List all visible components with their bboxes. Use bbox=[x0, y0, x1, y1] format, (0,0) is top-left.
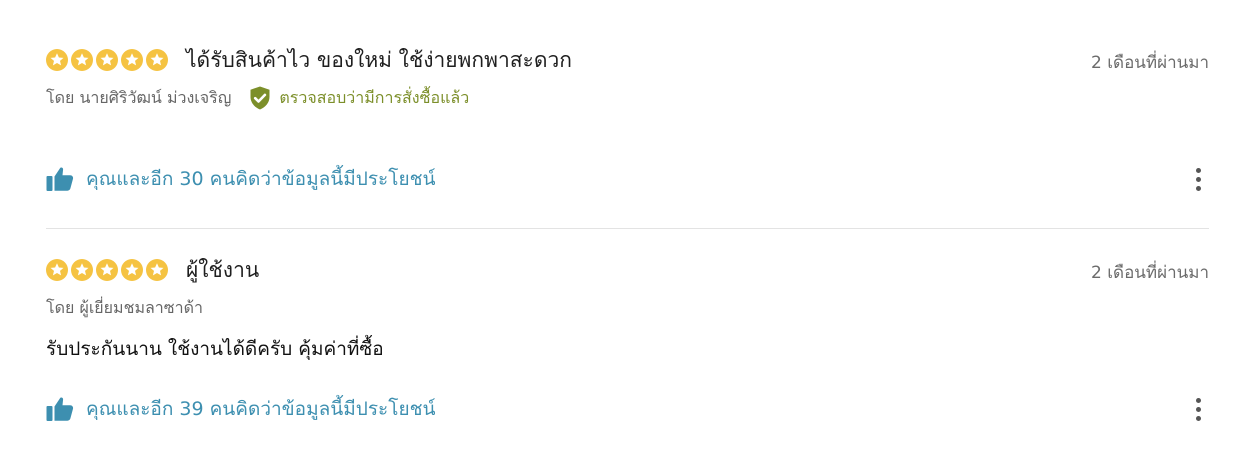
more-options-button[interactable] bbox=[1187, 394, 1209, 424]
review-body: รับประกันนาน ใช้งานได้ดีครับ คุ้มค่าที่ซ… bbox=[46, 338, 384, 360]
more-vertical-icon bbox=[1195, 167, 1201, 173]
star-icon bbox=[146, 259, 168, 281]
helpful-row: คุณและอีก 30 คนคิดว่าข้อมูลนี้มีประโยชน์ bbox=[46, 164, 1209, 194]
more-options-button[interactable] bbox=[1187, 164, 1209, 194]
thumbs-up-icon[interactable] bbox=[46, 166, 74, 192]
star-icon bbox=[46, 259, 68, 281]
star-icon bbox=[121, 259, 143, 281]
star-icon bbox=[96, 259, 118, 281]
more-vertical-icon bbox=[1195, 397, 1201, 403]
star-rating bbox=[46, 259, 168, 281]
star-icon bbox=[71, 259, 93, 281]
review-header: ผู้ใช้งาน 2 เดือนที่ผ่านมา bbox=[46, 254, 1209, 286]
verified-purchase-label: ตรวจสอบว่ามีการสั่งซื้อแล้ว bbox=[279, 87, 470, 107]
review-meta: โดย นายศิริวัฒน์ ม่วงเจริญ ตรวจสอบว่ามีก… bbox=[46, 86, 1209, 110]
more-vertical-icon bbox=[1195, 176, 1201, 182]
review-author: โดย นายศิริวัฒน์ ม่วงเจริญ bbox=[46, 87, 232, 107]
review-title: ผู้ใช้งาน bbox=[186, 257, 260, 282]
review-meta: โดย ผู้เยี่ยมชมลาซาด้า bbox=[46, 296, 1209, 320]
verified-purchase-badge: ตรวจสอบว่ามีการสั่งซื้อแล้ว bbox=[247, 85, 469, 111]
review-header: ได้รับสินค้าไว ของใหม่ ใช้ง่ายพกพาสะดวก … bbox=[46, 44, 1209, 76]
star-icon bbox=[71, 49, 93, 71]
more-vertical-icon bbox=[1195, 406, 1201, 412]
star-icon bbox=[146, 49, 168, 71]
helpful-count-link[interactable]: คุณและอีก 39 คนคิดว่าข้อมูลนี้มีประโยชน์ bbox=[86, 394, 435, 424]
reviews-list: ได้รับสินค้าไว ของใหม่ ใช้ง่ายพกพาสะดวก … bbox=[0, 0, 1251, 471]
star-icon bbox=[46, 49, 68, 71]
review-date: 2 เดือนที่ผ่านมา bbox=[1091, 263, 1209, 283]
star-rating bbox=[46, 49, 168, 71]
review-item: ได้รับสินค้าไว ของใหม่ ใช้ง่ายพกพาสะดวก … bbox=[46, 44, 1209, 229]
review-item: ผู้ใช้งาน 2 เดือนที่ผ่านมา โดย ผู้เยี่ยม… bbox=[46, 254, 1209, 434]
more-vertical-icon bbox=[1195, 415, 1201, 421]
review-author: โดย ผู้เยี่ยมชมลาซาด้า bbox=[46, 297, 203, 317]
review-title: ได้รับสินค้าไว ของใหม่ ใช้ง่ายพกพาสะดวก bbox=[186, 47, 572, 72]
helpful-count-link[interactable]: คุณและอีก 30 คนคิดว่าข้อมูลนี้มีประโยชน์ bbox=[86, 164, 435, 194]
review-date: 2 เดือนที่ผ่านมา bbox=[1091, 53, 1209, 73]
shield-check-icon bbox=[250, 86, 270, 110]
star-icon bbox=[121, 49, 143, 71]
more-vertical-icon bbox=[1195, 185, 1201, 191]
thumbs-up-icon[interactable] bbox=[46, 396, 74, 422]
star-icon bbox=[96, 49, 118, 71]
helpful-row: คุณและอีก 39 คนคิดว่าข้อมูลนี้มีประโยชน์ bbox=[46, 394, 1209, 424]
